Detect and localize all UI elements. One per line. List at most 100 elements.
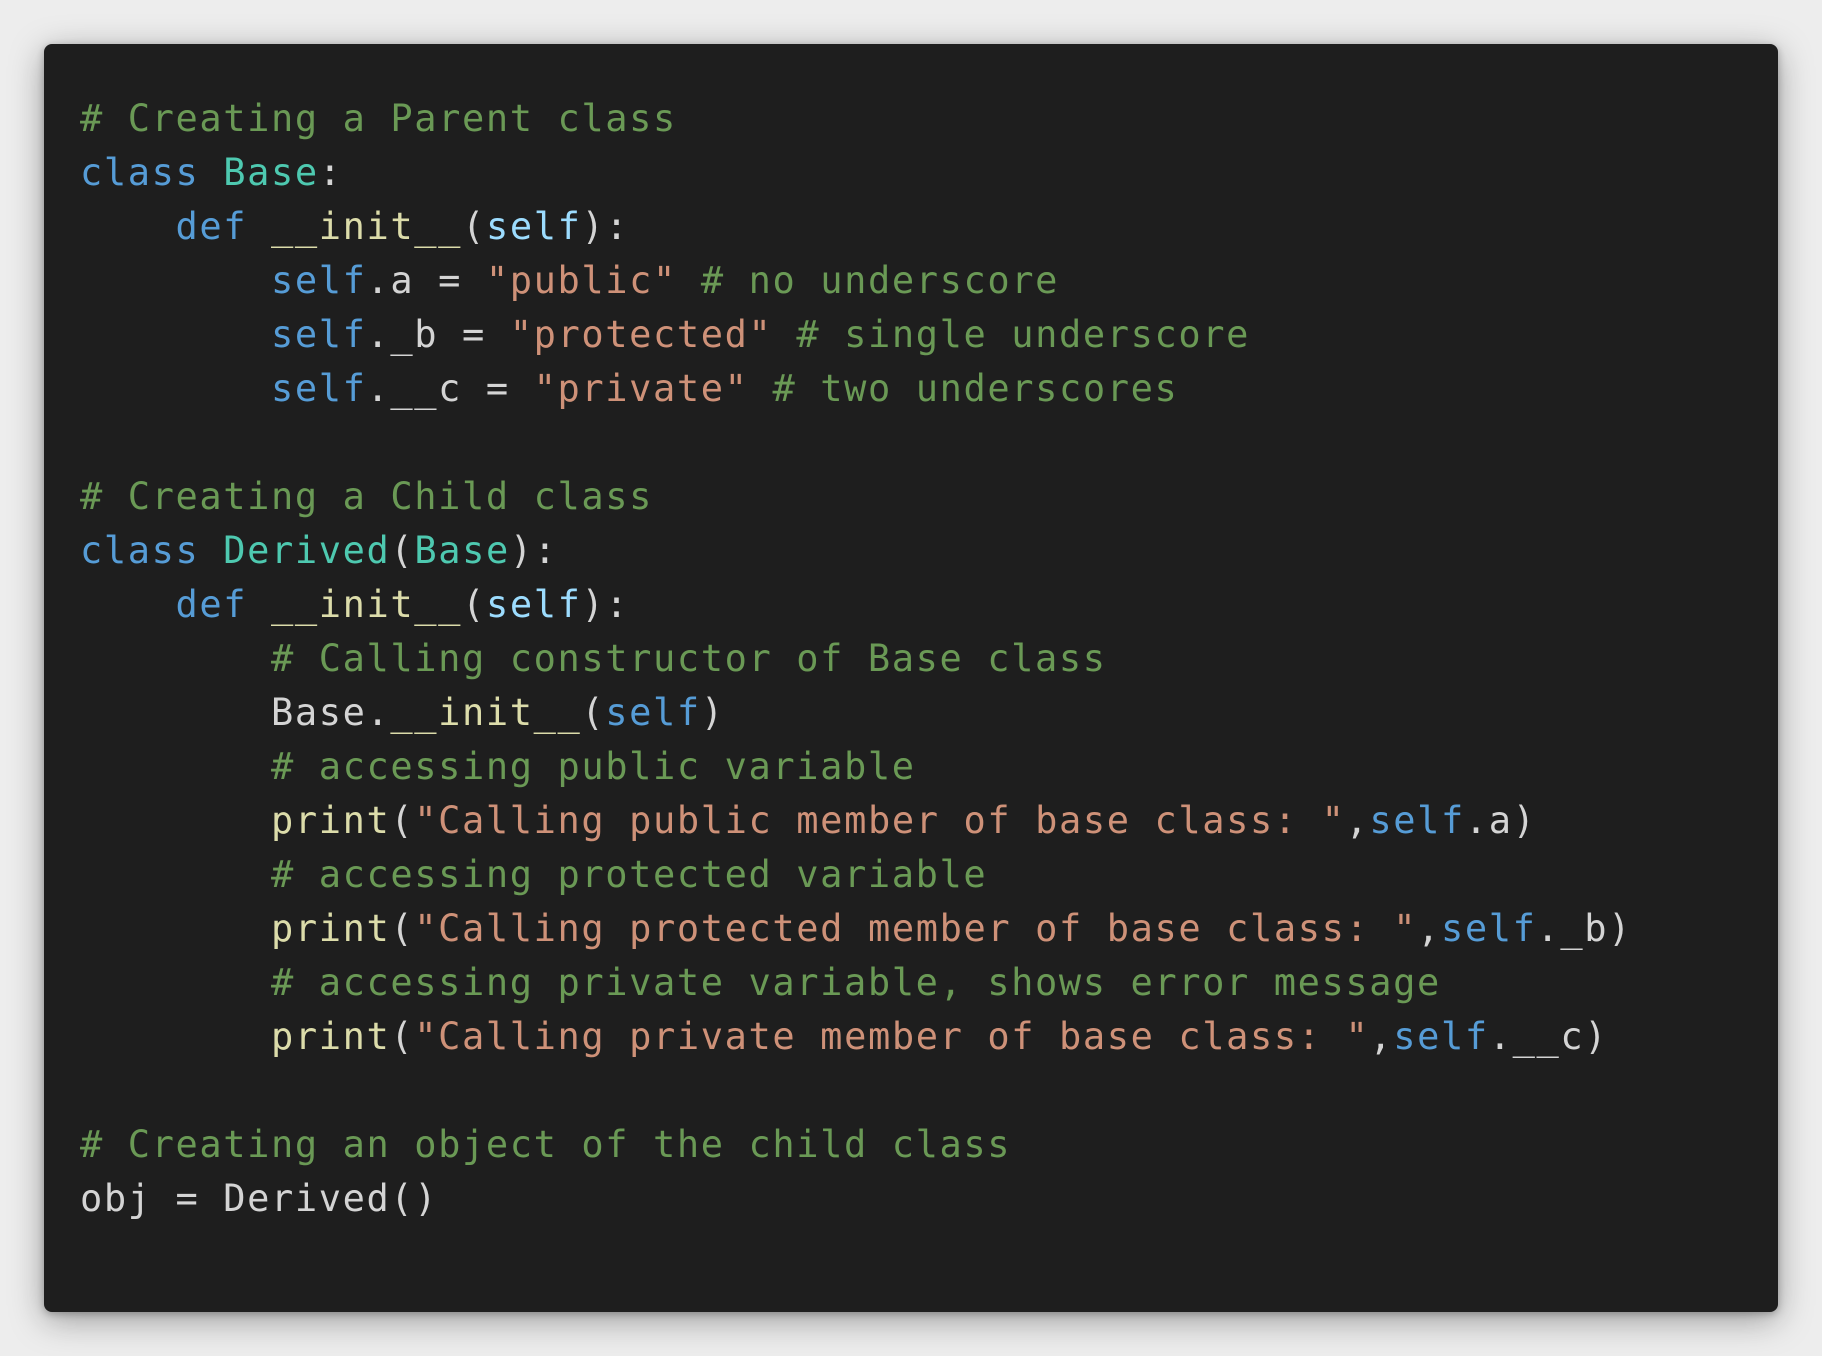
code-line: # Creating a Child class bbox=[80, 470, 1778, 524]
code-token: ( bbox=[390, 907, 415, 950]
code-token: "private" bbox=[533, 367, 749, 410]
code-token: __init__ bbox=[271, 583, 463, 626]
code-token: ( bbox=[462, 583, 486, 626]
code-token: def bbox=[175, 205, 248, 248]
code-token: class bbox=[80, 151, 200, 194]
code-line: class Base: bbox=[80, 146, 1778, 200]
code-line: Base.__init__(self) bbox=[80, 686, 1778, 740]
code-line: # accessing private variable, shows erro… bbox=[80, 956, 1778, 1010]
code-token: ._b = bbox=[366, 313, 510, 356]
code-line: self.a = "public" # no underscore bbox=[80, 254, 1778, 308]
code-line: obj = Derived() bbox=[80, 1172, 1778, 1226]
code-line: self.__c = "private" # two underscores bbox=[80, 362, 1778, 416]
code-token: self bbox=[271, 259, 367, 302]
code-line: print("Calling public member of base cla… bbox=[80, 794, 1778, 848]
code-token: # Creating a Parent class bbox=[80, 97, 677, 140]
code-token: ( bbox=[462, 205, 486, 248]
code-token: self bbox=[1369, 799, 1465, 842]
code-token: , bbox=[1417, 907, 1441, 950]
code-token: Base. bbox=[80, 691, 391, 734]
code-token: # no underscore bbox=[700, 259, 1059, 302]
code-token: .__c) bbox=[1488, 1015, 1609, 1058]
code-token: ( bbox=[390, 799, 415, 842]
code-token: # single underscore bbox=[796, 313, 1250, 356]
code-token: "Calling protected member of base class:… bbox=[414, 907, 1418, 950]
code-token: "public" bbox=[485, 259, 677, 302]
code-token: , bbox=[1369, 1015, 1394, 1058]
code-token: __init__ bbox=[390, 691, 582, 734]
code-token: # two underscores bbox=[772, 367, 1179, 410]
code-token: self bbox=[1440, 907, 1537, 950]
code-token: self bbox=[1393, 1015, 1489, 1058]
code-line: def __init__(self): bbox=[80, 200, 1778, 254]
code-token: __init__ bbox=[271, 205, 463, 248]
code-line: print("Calling private member of base cl… bbox=[80, 1010, 1778, 1064]
code-line: # Creating a Parent class bbox=[80, 92, 1778, 146]
code-line: print("Calling protected member of base … bbox=[80, 902, 1778, 956]
code-line: # accessing protected variable bbox=[80, 848, 1778, 902]
code-token: ( bbox=[581, 691, 606, 734]
code-token: "protected" bbox=[509, 313, 773, 356]
code-token: "Calling private member of base class: " bbox=[414, 1015, 1370, 1058]
code-line: # accessing public variable bbox=[80, 740, 1778, 794]
code-line: # Calling constructor of Base class bbox=[80, 632, 1778, 686]
code-token: def bbox=[175, 583, 248, 626]
code-line: # Creating an object of the child class bbox=[80, 1118, 1778, 1172]
code-token: self bbox=[271, 313, 367, 356]
code-token: print bbox=[271, 799, 391, 842]
code-token: Base bbox=[223, 151, 319, 194]
code-block: # Creating a Parent class class Base: def… bbox=[80, 92, 1778, 1226]
code-token: # Creating a Child class bbox=[80, 475, 654, 518]
code-token: # accessing public variable bbox=[271, 745, 916, 788]
code-token: print bbox=[271, 907, 391, 950]
code-token: ): bbox=[581, 583, 630, 626]
code-token: # Calling constructor of Base class bbox=[271, 637, 1107, 680]
code-token: Derived bbox=[223, 529, 391, 572]
code-token: ): bbox=[581, 205, 630, 248]
code-snippet-window: # Creating a Parent class class Base: def… bbox=[44, 44, 1778, 1312]
code-token: # accessing protected variable bbox=[271, 853, 988, 896]
code-token: class bbox=[80, 529, 200, 572]
code-token: .__c = bbox=[366, 367, 534, 410]
code-token: ( bbox=[390, 529, 415, 572]
code-line: class Derived(Base): bbox=[80, 524, 1778, 578]
code-token: self bbox=[485, 583, 582, 626]
code-token: # accessing private variable, shows erro… bbox=[271, 961, 1441, 1004]
code-token: self bbox=[271, 367, 367, 410]
code-token: print bbox=[271, 1015, 391, 1058]
code-token: "Calling public member of base class: " bbox=[414, 799, 1346, 842]
code-token: self bbox=[485, 205, 582, 248]
code-token: ._b) bbox=[1536, 907, 1633, 950]
code-token: , bbox=[1345, 799, 1370, 842]
code-token: : bbox=[318, 151, 343, 194]
code-token: ) bbox=[700, 691, 725, 734]
code-token: obj = Derived() bbox=[80, 1177, 439, 1220]
code-token: self bbox=[605, 691, 701, 734]
code-token: Base bbox=[414, 529, 510, 572]
code-line: self._b = "protected" # single underscor… bbox=[80, 308, 1778, 362]
code-token: ): bbox=[509, 529, 558, 572]
code-token: # Creating an object of the child class bbox=[80, 1123, 1012, 1166]
code-token: .a = bbox=[366, 259, 486, 302]
code-line: def __init__(self): bbox=[80, 578, 1778, 632]
